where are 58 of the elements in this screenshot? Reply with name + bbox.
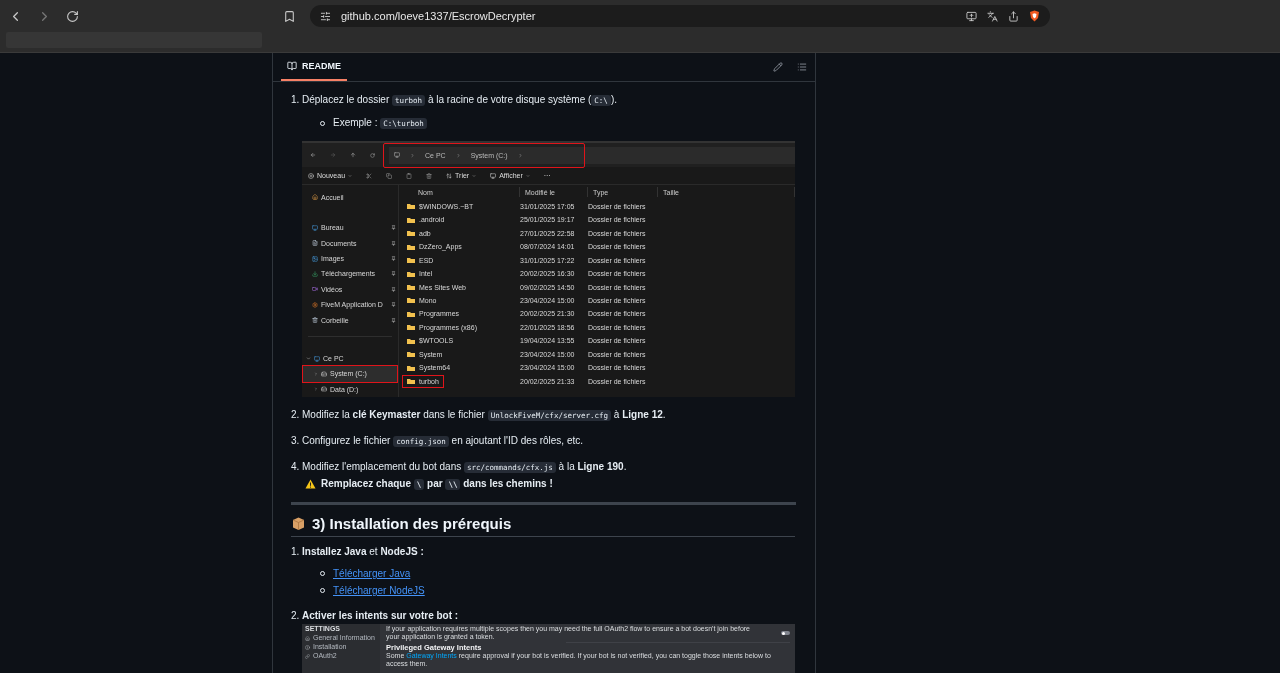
section-heading: 3) Installation des prérequis (312, 515, 512, 532)
package-icon (291, 516, 306, 531)
share-icon[interactable] (1008, 10, 1019, 22)
download-icon (312, 270, 318, 277)
download-link[interactable]: Télécharger NodeJS (333, 583, 425, 598)
list-number: 4. (291, 460, 301, 474)
caret-icon (525, 173, 530, 178)
back-icon[interactable] (310, 152, 316, 159)
drive-icon (321, 370, 327, 377)
expand-icon[interactable] (306, 356, 311, 361)
list-number: 2. (291, 408, 301, 422)
list-item-text: Activer les intents sur votre bot : (302, 609, 460, 623)
trash-icon (312, 317, 318, 324)
up-icon[interactable] (350, 152, 356, 159)
outline-icon[interactable] (797, 62, 807, 72)
caret-icon (348, 173, 353, 178)
address-bar[interactable]: github.com/loeve1337/EscrowDecrypter (310, 5, 1050, 27)
edit-icon[interactable] (773, 62, 783, 72)
chevron-icon (517, 152, 523, 158)
list-number: 1. (291, 545, 301, 559)
warning-icon (305, 479, 316, 489)
readme-tab[interactable]: README (281, 53, 347, 81)
document-icon (312, 240, 318, 247)
caret-icon (472, 173, 477, 178)
toggle-switch[interactable] (781, 631, 790, 635)
book-icon (287, 61, 297, 71)
video-icon (312, 286, 318, 293)
delete-icon[interactable] (426, 172, 433, 179)
computer-icon (394, 152, 400, 159)
cut-icon[interactable] (366, 172, 373, 179)
list-number: 2. (291, 609, 301, 623)
nav-icon (305, 644, 310, 650)
list-number: 1. (291, 93, 301, 107)
list-item-text: Installez Java et NodeJS : (302, 545, 425, 559)
list-number: 3. (291, 434, 301, 448)
chevron-icon (410, 152, 415, 158)
download-link[interactable]: Télécharger Java (333, 566, 411, 581)
home-icon (312, 194, 318, 201)
desktop-icon (312, 224, 318, 231)
plus-icon (308, 172, 314, 179)
copy-icon[interactable] (386, 172, 393, 179)
site-settings-icon[interactable] (320, 10, 331, 22)
computer-icon (314, 355, 320, 362)
nav-icon (305, 653, 310, 659)
bookmark-icon[interactable] (283, 9, 296, 23)
shield-icon[interactable] (1029, 10, 1040, 22)
sort-icon (446, 172, 453, 179)
refresh-icon[interactable] (370, 152, 375, 158)
reload-icon[interactable] (66, 9, 79, 23)
paste-icon[interactable] (406, 172, 413, 179)
translate-icon[interactable] (987, 10, 998, 22)
nav-icon (305, 635, 310, 641)
chevron-icon (455, 152, 461, 158)
image-icon (312, 255, 318, 262)
monitor-icon (490, 172, 497, 179)
drive-icon (321, 386, 327, 393)
cast-icon[interactable] (966, 10, 977, 22)
gear-icon (312, 301, 318, 308)
